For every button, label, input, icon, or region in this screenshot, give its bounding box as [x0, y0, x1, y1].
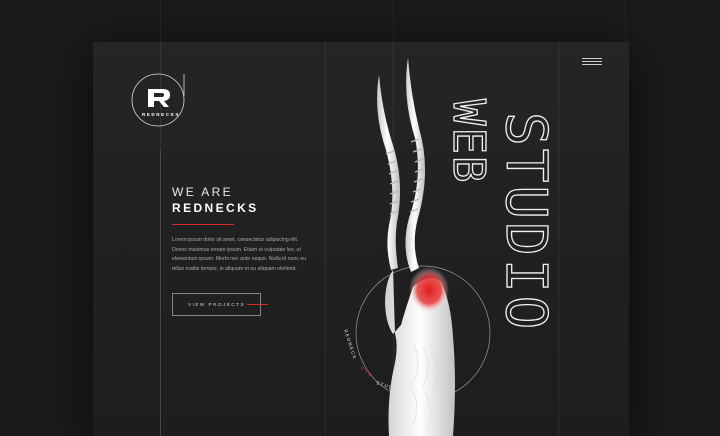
horn-left: [377, 75, 401, 270]
ring-text-1: REDNECK: [343, 329, 358, 361]
word-web: WEB: [443, 99, 494, 184]
horn-right: [405, 58, 426, 272]
ring-text-accent: WEB: [359, 365, 373, 378]
page-card: REDNECKS WE ARE REDNECKS Lorem ipsum dol…: [93, 42, 629, 436]
red-accent-spot: [409, 267, 449, 313]
word-studio: STUDIO: [493, 112, 558, 332]
hero-artwork: WEB STUDIO REDNECK WEB STUDIO: [343, 58, 559, 436]
